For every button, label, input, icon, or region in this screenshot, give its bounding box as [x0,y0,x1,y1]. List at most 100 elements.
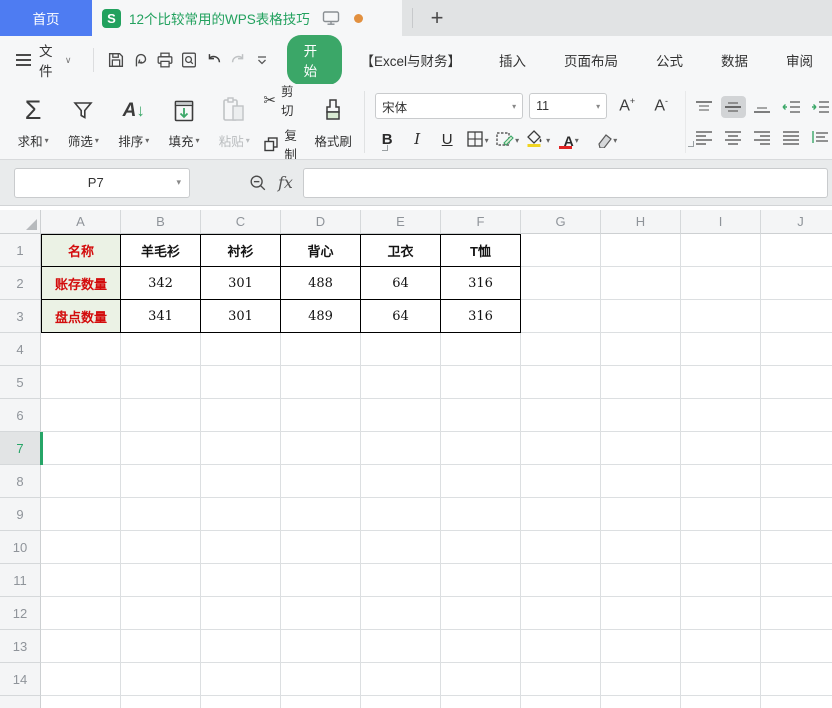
cell-A4[interactable] [41,333,121,366]
column-header-I[interactable]: I [681,210,761,234]
cell-G6[interactable] [521,399,601,432]
cell-I11[interactable] [681,564,761,597]
cell-E13[interactable] [361,630,441,663]
cell-C5[interactable] [201,366,281,399]
cell-J15[interactable] [761,696,832,708]
cell-B10[interactable] [121,531,201,564]
tab-start[interactable]: 开始 [287,35,343,85]
cell-I5[interactable] [681,366,761,399]
column-header-E[interactable]: E [361,210,441,234]
cell-E12[interactable] [361,597,441,630]
column-header-J[interactable]: J [761,210,832,234]
increase-font-button[interactable]: A+ [613,96,641,115]
cell-B13[interactable] [121,630,201,663]
cell-D3[interactable]: 489 [281,300,361,333]
row-header-11[interactable]: 11 [0,564,41,597]
row-header-5[interactable]: 5 [0,366,41,399]
menu-item-data[interactable]: 数据 [721,50,748,70]
decrease-font-button[interactable]: A- [647,96,675,115]
cell-J8[interactable] [761,465,832,498]
cell-D8[interactable] [281,465,361,498]
cell-H7[interactable] [601,432,681,465]
cell-B2[interactable]: 342 [121,267,201,300]
name-box-dropdown-icon[interactable]: ▾ [176,177,189,188]
cell-J9[interactable] [761,498,832,531]
row-header-6[interactable]: 6 [0,399,41,432]
cell-J7[interactable] [761,432,832,465]
cell-I4[interactable] [681,333,761,366]
column-header-A[interactable]: A [41,210,121,234]
cell-F2[interactable]: 316 [441,267,521,300]
cell-I10[interactable] [681,531,761,564]
cell-H12[interactable] [601,597,681,630]
menu-item-review[interactable]: 审阅 [786,50,813,70]
hamburger-icon[interactable] [16,54,31,65]
cell-I3[interactable] [681,300,761,333]
cell-I1[interactable] [681,234,761,267]
cell-I13[interactable] [681,630,761,663]
cell-F11[interactable] [441,564,521,597]
print-preview-icon[interactable] [177,46,201,74]
column-header-F[interactable]: F [441,210,521,234]
cell-I14[interactable] [681,663,761,696]
cell-I6[interactable] [681,399,761,432]
cell-G15[interactable] [521,696,601,708]
cell-H9[interactable] [601,498,681,531]
cell-A6[interactable] [41,399,121,432]
align-middle-button[interactable] [721,96,746,118]
cell-I9[interactable] [681,498,761,531]
cell-C15[interactable] [201,696,281,708]
cell-E15[interactable] [361,696,441,708]
cell-G13[interactable] [521,630,601,663]
cell-J4[interactable] [761,333,832,366]
menu-item-page-layout[interactable]: 页面布局 [564,50,618,70]
row-header-2[interactable]: 2 [0,267,41,300]
cell-B3[interactable]: 341 [121,300,201,333]
cell-E3[interactable]: 64 [361,300,441,333]
cell-C2[interactable]: 301 [201,267,281,300]
cell-G9[interactable] [521,498,601,531]
cell-C10[interactable] [201,531,281,564]
cell-E6[interactable] [361,399,441,432]
cell-E9[interactable] [361,498,441,531]
cell-H2[interactable] [601,267,681,300]
sum-button[interactable]: Σ 求和▾ [8,88,58,156]
cell-C6[interactable] [201,399,281,432]
row-header-10[interactable]: 10 [0,531,41,564]
row-header-1[interactable]: 1 [0,234,41,267]
font-size-select[interactable]: 11▾ [529,93,607,119]
cell-J10[interactable] [761,531,832,564]
cell-E8[interactable] [361,465,441,498]
redo-icon[interactable] [226,46,250,74]
borders-button[interactable]: ▾ [465,126,489,150]
cell-A2[interactable]: 账存数量 [41,267,121,300]
formula-input[interactable] [303,168,828,198]
cell-A12[interactable] [41,597,121,630]
select-all-corner[interactable] [0,210,41,234]
cell-C13[interactable] [201,630,281,663]
cell-A5[interactable] [41,366,121,399]
row-header-4[interactable]: 4 [0,333,41,366]
cell-J13[interactable] [761,630,832,663]
align-right-button[interactable] [750,126,775,148]
cell-A15[interactable] [41,696,121,708]
cell-C11[interactable] [201,564,281,597]
cell-G14[interactable] [521,663,601,696]
cell-F12[interactable] [441,597,521,630]
cell-D10[interactable] [281,531,361,564]
sort-button[interactable]: A↓ 排序▾ [109,88,159,156]
cut-button[interactable]: ✂ 剪切 [263,84,304,119]
zoom-search-icon[interactable] [248,173,268,193]
align-bottom-button[interactable] [750,96,775,118]
underline-button[interactable]: U [435,126,459,150]
cell-F6[interactable] [441,399,521,432]
increase-indent-button[interactable] [807,96,832,118]
cell-B14[interactable] [121,663,201,696]
cell-J6[interactable] [761,399,832,432]
cell-E4[interactable] [361,333,441,366]
row-header-7[interactable]: 7 [0,432,41,465]
cell-H6[interactable] [601,399,681,432]
cell-B12[interactable] [121,597,201,630]
cell-G4[interactable] [521,333,601,366]
cell-J3[interactable] [761,300,832,333]
